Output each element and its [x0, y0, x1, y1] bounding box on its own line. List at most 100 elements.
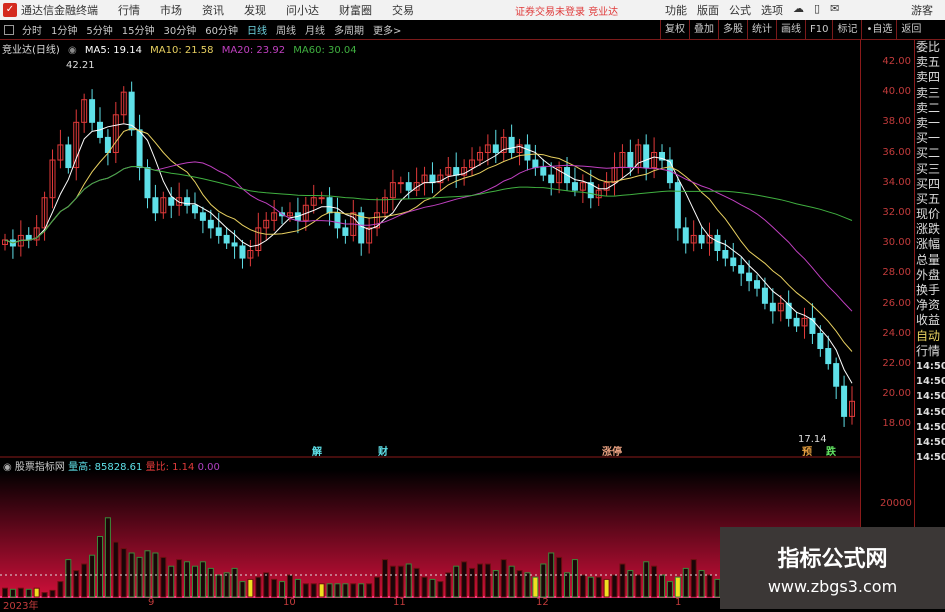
notice-text[interactable]: 证券交易未登录: [515, 7, 585, 18]
period-1min[interactable]: 1分钟: [51, 22, 77, 37]
menu-shichang[interactable]: 市场: [160, 2, 182, 18]
candle-down: [532, 159, 539, 169]
watchlist-button[interactable]: •自选: [861, 20, 896, 40]
period-fenshi[interactable]: 分时: [22, 22, 42, 37]
volume-bar: [310, 583, 317, 598]
volume-bar: [326, 583, 333, 598]
volume-axis-tick: 20000: [880, 498, 912, 509]
period-60min[interactable]: 60分钟: [205, 22, 238, 37]
quote-row[interactable]: 涨跌: [916, 222, 945, 237]
price-tick: 26.00: [882, 297, 911, 309]
volume-bar: [532, 576, 539, 598]
period-15min[interactable]: 15分钟: [122, 22, 155, 37]
period-30min[interactable]: 30分钟: [163, 22, 196, 37]
watermark-title: 指标公式网: [777, 547, 888, 572]
period-monthly[interactable]: 月线: [305, 22, 325, 37]
volume-bar: [286, 574, 293, 598]
period-weekly[interactable]: 周线: [276, 22, 296, 37]
volume-bar: [556, 556, 563, 598]
quote-row[interactable]: 买二: [916, 146, 945, 161]
period-5min[interactable]: 5分钟: [86, 22, 112, 37]
draw-button[interactable]: 画线: [776, 20, 805, 40]
volume-header: ◉ 股票指标网 量高: 85828.61 量比: 1.14 0.00: [3, 458, 220, 473]
volume-bar: [191, 565, 198, 598]
f10-button[interactable]: F10: [805, 20, 832, 40]
login-notice[interactable]: 证券交易未登录 竞业达: [515, 3, 618, 18]
stats-button[interactable]: 统计: [747, 20, 776, 40]
quote-row[interactable]: 14:50: [916, 374, 945, 389]
marker-jie[interactable]: 解: [312, 443, 322, 458]
menu-jiaoyi[interactable]: 交易: [392, 2, 414, 18]
volume-bar: [350, 583, 357, 598]
quote-row[interactable]: 卖二: [916, 101, 945, 116]
quote-row[interactable]: 委比: [916, 40, 945, 55]
quote-row[interactable]: 卖一: [916, 116, 945, 131]
menu-caifuquan[interactable]: 财富圈: [339, 2, 372, 18]
marker-cai[interactable]: 财: [378, 443, 388, 458]
quote-row[interactable]: 外盘: [916, 268, 945, 283]
quote-row[interactable]: 收益: [916, 313, 945, 328]
guest-user[interactable]: 游客: [911, 2, 933, 18]
menu-gongneng[interactable]: 功能: [665, 2, 687, 18]
volume-bar: [666, 581, 673, 598]
quote-row[interactable]: 卖四: [916, 70, 945, 85]
marker-yu[interactable]: 预: [802, 443, 812, 458]
candle-down: [548, 174, 555, 184]
candle-down: [89, 99, 96, 123]
phone-icon[interactable]: ▯: [814, 2, 820, 18]
quote-row[interactable]: 行情: [916, 344, 945, 359]
quote-row[interactable]: 买五: [916, 192, 945, 207]
mark-button[interactable]: 标记: [832, 20, 861, 40]
quote-row[interactable]: 14:50: [916, 450, 945, 465]
volume-bar: [65, 559, 72, 598]
period-daily[interactable]: 日线: [247, 22, 267, 37]
indicator-icon[interactable]: ◉: [3, 462, 12, 473]
cloud-icon[interactable]: ☁: [793, 2, 804, 18]
quote-row[interactable]: 卖五: [916, 55, 945, 70]
volume-bar: [643, 561, 650, 598]
quote-row[interactable]: 14:50: [916, 435, 945, 450]
candle-down: [682, 227, 689, 244]
layout-icon[interactable]: [4, 24, 14, 35]
candle-up: [318, 197, 325, 200]
period-more[interactable]: 更多>: [373, 22, 401, 37]
volume-bar: [374, 576, 381, 598]
quote-row[interactable]: 14:50: [916, 359, 945, 374]
menu-banmian[interactable]: 版面: [697, 2, 719, 18]
stock-link[interactable]: 竞业达: [588, 7, 618, 18]
menu-xuanxiang[interactable]: 选项: [761, 2, 783, 18]
quote-row[interactable]: 涨幅: [916, 237, 945, 252]
quote-row[interactable]: 买一: [916, 131, 945, 146]
quote-row[interactable]: 卖三: [916, 86, 945, 101]
quote-row[interactable]: 自动: [916, 329, 945, 344]
menu-faxian[interactable]: 发现: [244, 2, 266, 18]
menu-gongshi[interactable]: 公式: [729, 2, 751, 18]
menu-wenxiaoda[interactable]: 问小达: [286, 2, 319, 18]
menu-hangqing[interactable]: 行情: [118, 2, 140, 18]
candle-down: [223, 234, 230, 244]
period-multi[interactable]: 多周期: [334, 22, 364, 37]
quote-row[interactable]: 总量: [916, 253, 945, 268]
volume-bar: [160, 556, 167, 598]
back-button[interactable]: 返回: [896, 20, 925, 40]
fuquan-button[interactable]: 复权: [660, 20, 689, 40]
overlay-button[interactable]: 叠加: [689, 20, 718, 40]
quote-row[interactable]: 14:50: [916, 405, 945, 420]
quote-row[interactable]: 净资: [916, 298, 945, 313]
volume-bar: [484, 563, 491, 598]
marker-zhangting[interactable]: 涨停: [602, 443, 622, 458]
quote-row[interactable]: 14:50: [916, 389, 945, 404]
multi-stock-button[interactable]: 多股: [718, 20, 747, 40]
quote-row[interactable]: 现价: [916, 207, 945, 222]
quote-row[interactable]: 14:50: [916, 420, 945, 435]
quote-row[interactable]: 买三: [916, 162, 945, 177]
quote-row[interactable]: 换手: [916, 283, 945, 298]
volume-bar: [318, 583, 325, 598]
quote-row[interactable]: 买四: [916, 177, 945, 192]
menu-zixun[interactable]: 资讯: [202, 2, 224, 18]
mail-icon[interactable]: ✉: [830, 2, 839, 18]
x-label: 12: [536, 597, 549, 608]
candle-down: [643, 144, 650, 169]
marker-die[interactable]: 跌: [826, 443, 836, 458]
kline-chart[interactable]: [0, 40, 860, 609]
